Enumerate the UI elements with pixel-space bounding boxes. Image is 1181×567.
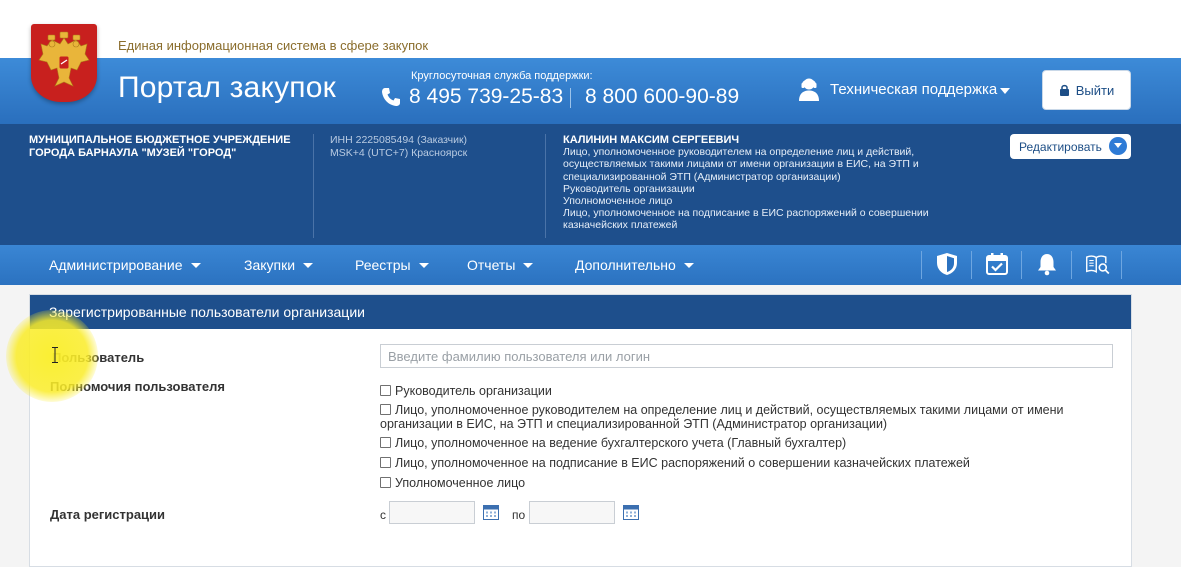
logout-button[interactable]: Выйти	[1042, 70, 1131, 110]
nav-purchases[interactable]: Закупки	[244, 257, 314, 273]
permission-option[interactable]: Лицо, уполномоченное на подписание в ЕИС…	[380, 456, 1120, 471]
user-search-input[interactable]	[380, 344, 1113, 368]
tech-support-menu[interactable]: Техническая поддержка	[830, 81, 997, 98]
book-search-icon[interactable]	[1085, 251, 1111, 277]
permission-label: Уполномоченное лицо	[395, 476, 526, 490]
current-user-name: КАЛИНИН МАКСИМ СЕРГЕЕВИЧ	[563, 134, 740, 146]
divider	[1071, 251, 1072, 279]
registration-date-label: Дата регистрации	[50, 507, 166, 522]
permission-label: Лицо, уполномоченное руководителем на оп…	[380, 403, 1064, 431]
nav-reports[interactable]: Отчеты	[467, 257, 534, 273]
date-from-prefix: с	[380, 508, 386, 522]
support-phone-moscow[interactable]: 8 495 739-25-83	[409, 85, 563, 109]
calendar-check-icon[interactable]	[984, 251, 1010, 277]
date-to-input[interactable]	[529, 501, 615, 524]
organization-inn: ИНН 2225085494 (Заказчик)	[330, 134, 468, 146]
current-user-role-line: Руководитель организации	[563, 182, 695, 195]
permission-option[interactable]: Руководитель организации	[380, 384, 1120, 399]
current-user-role-line: Лицо, уполномоченное на подписание в ЕИС…	[563, 207, 929, 220]
support-phone-free[interactable]: 8 800 600-90-89	[585, 85, 739, 109]
current-user-info: КАЛИНИН МАКСИМ СЕРГЕЕВИЧ Лицо, уполномоч…	[563, 134, 943, 232]
nav-registries[interactable]: Реестры	[355, 257, 429, 273]
main-nav: Администрирование Закупки Реестры Отчеты…	[0, 245, 1181, 285]
divider	[971, 251, 972, 279]
chevron-down-icon	[418, 262, 429, 268]
date-from-input[interactable]	[389, 501, 475, 524]
calendar-icon[interactable]	[483, 505, 499, 520]
checkbox[interactable]	[380, 457, 391, 468]
nav-label: Отчеты	[467, 257, 516, 273]
portal-title[interactable]: Портал закупок	[118, 71, 336, 105]
nav-additional[interactable]: Дополнительно	[575, 257, 694, 273]
edit-profile-label: Редактировать	[1019, 139, 1102, 154]
permission-option[interactable]: Уполномоченное лицо	[380, 476, 1120, 491]
permission-label: Лицо, уполномоченное на подписание в ЕИС…	[395, 456, 970, 470]
permission-option[interactable]: Лицо, уполномоченное на ведение бухгалте…	[380, 436, 1120, 451]
divider	[921, 251, 922, 279]
phone-divider	[570, 88, 571, 108]
current-user-role-line: Лицо, уполномоченное руководителем на оп…	[563, 146, 915, 159]
divider	[1121, 251, 1122, 279]
nav-label: Администрирование	[49, 257, 183, 273]
nav-label: Закупки	[244, 257, 296, 273]
organization-timezone: MSK+4 (UTC+7) Красноярск	[330, 147, 468, 159]
text-cursor-icon	[52, 347, 58, 363]
checkbox[interactable]	[380, 404, 391, 415]
chevron-down-icon	[1109, 137, 1127, 155]
panel-title: Зарегистрированные пользователи организа…	[30, 295, 1131, 329]
registered-users-panel: Зарегистрированные пользователи организа…	[29, 294, 1132, 567]
organization-info: МУНИЦИПАЛЬНОЕ БЮДЖЕТНОЕ УЧРЕЖДЕНИЕ ГОРОД…	[0, 124, 1181, 245]
current-user-role-line: осуществляемых такими лицами от имени ор…	[563, 158, 919, 171]
current-user-role-line: казначейских платежей	[563, 219, 678, 232]
permission-label: Руководитель организации	[395, 384, 552, 398]
site-subtitle: Единая информационная система в сфере за…	[118, 38, 429, 53]
calendar-icon[interactable]	[623, 505, 639, 520]
organization-name: МУНИЦИПАЛЬНОЕ БЮДЖЕТНОЕ УЧРЕЖДЕНИЕ ГОРОД…	[29, 134, 291, 159]
support-caption: Круглосуточная служба поддержки:	[411, 70, 593, 82]
lock-icon	[1059, 84, 1069, 96]
chevron-down-icon	[190, 262, 201, 268]
current-user-role-line: Уполномоченное лицо	[563, 195, 673, 208]
top-strip: Единая информационная система в сфере за…	[0, 0, 1181, 58]
divider	[1021, 251, 1022, 279]
chevron-down-icon	[523, 262, 534, 268]
bell-icon[interactable]	[1034, 251, 1060, 277]
organization-details: ИНН 2225085494 (Заказчик) MSK+4 (UTC+7) …	[330, 134, 467, 160]
coat-of-arms-logo[interactable]	[31, 24, 97, 102]
portal-header: Портал закупок Круглосуточная служба под…	[0, 58, 1181, 124]
chevron-down-icon	[683, 262, 694, 268]
logout-label: Выйти	[1075, 82, 1115, 98]
date-to-prefix: по	[512, 508, 526, 522]
permission-option[interactable]: Лицо, уполномоченное руководителем на оп…	[380, 403, 1120, 431]
current-user-role-line: специализированной ЭТП (Администратор ор…	[563, 170, 841, 183]
divider	[313, 134, 314, 238]
divider	[545, 134, 546, 238]
support-agent-icon	[799, 78, 819, 101]
chevron-down-icon	[303, 262, 314, 268]
phone-icon	[382, 88, 400, 106]
chevron-down-icon[interactable]	[1000, 88, 1010, 94]
edit-profile-button[interactable]: Редактировать	[1010, 134, 1131, 159]
double-headed-eagle-icon	[38, 31, 90, 87]
nav-label: Дополнительно	[575, 257, 676, 273]
checkbox[interactable]	[380, 437, 391, 448]
nav-administration[interactable]: Администрирование	[49, 257, 201, 273]
checkbox[interactable]	[380, 385, 391, 396]
checkbox[interactable]	[380, 477, 391, 488]
nav-label: Реестры	[355, 257, 411, 273]
shield-icon[interactable]	[934, 251, 960, 277]
permission-label: Лицо, уполномоченное на ведение бухгалте…	[395, 436, 847, 450]
